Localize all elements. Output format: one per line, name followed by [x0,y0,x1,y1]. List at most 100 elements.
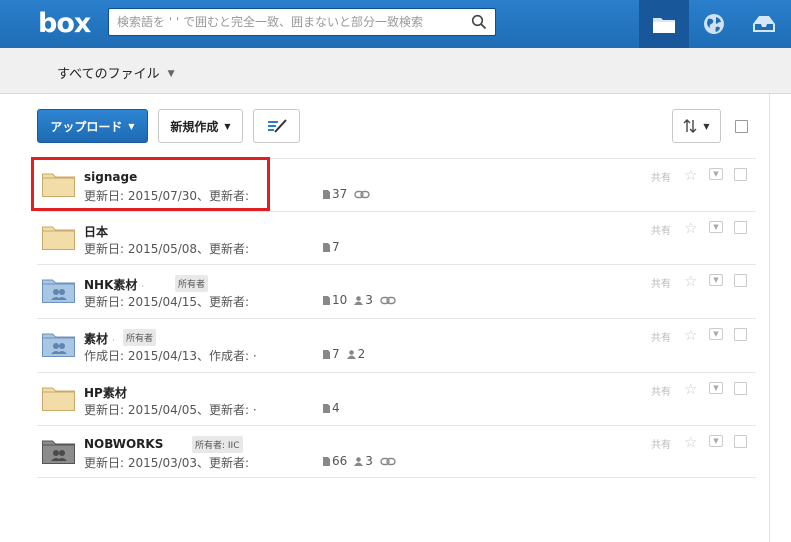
folder-meta: 更新日: 2015/05/08、更新者: [84,242,250,256]
row-checkbox[interactable] [734,382,747,395]
star-icon[interactable]: ☆ [684,380,697,398]
sort-icon [683,119,697,133]
share-link[interactable]: 共有 [651,329,671,344]
row-checkbox[interactable] [734,435,747,448]
nav-files-button[interactable] [639,0,689,48]
row-checkbox[interactable] [734,221,747,234]
breadcrumb[interactable]: すべてのファイル ▼ [57,63,175,82]
folder-name-text: NOBWORKS [84,437,164,451]
new-button[interactable]: 新規作成 ▼ [158,109,243,143]
upload-button-label: アップロード [50,119,123,134]
sub-header: すべてのファイル ▼ [0,48,791,94]
file-count: 10 [332,293,348,307]
folder-counts: 37 [323,187,370,201]
row-checkbox[interactable] [734,328,747,341]
inbox-icon [753,16,775,32]
row-menu-dropdown[interactable]: ▼ [709,168,723,180]
file-icon [323,403,330,413]
folder-name[interactable]: NOBWORKS [84,437,163,451]
file-count: 66 [332,454,348,468]
select-all-checkbox[interactable] [735,120,748,133]
sort-button[interactable]: ▼ [672,109,721,143]
folder-name[interactable]: 素材 · [84,330,119,347]
link-icon[interactable] [380,296,396,305]
folder-name[interactable]: NHK素材 · [84,276,148,293]
file-icon [323,456,330,466]
share-link[interactable]: 共有 [651,169,671,184]
chevron-down-icon: ▼ [713,276,719,284]
share-link[interactable]: 共有 [651,222,671,237]
star-icon[interactable]: ☆ [684,433,697,451]
row-menu-dropdown[interactable]: ▼ [709,274,723,286]
file-icon [323,242,330,252]
chevron-down-icon: ▼ [703,121,710,131]
chevron-down-icon: ▼ [713,384,719,392]
nav-network-button[interactable] [689,0,739,48]
nav-inbox-button[interactable] [739,0,789,48]
folder-icon [42,440,75,464]
search-box[interactable] [108,8,496,36]
folder-counts: 72 [323,347,372,361]
link-icon[interactable] [354,190,370,199]
table-row[interactable]: 日本更新日: 2015/05/08、更新者: 7 共有 ☆ ▼ [37,211,756,264]
star-icon[interactable]: ☆ [684,272,697,290]
user-icon [354,456,364,466]
row-menu-dropdown[interactable]: ▼ [709,221,723,233]
folder-name-text: NHK素材 [84,278,138,292]
collaborator-count: 3 [365,454,373,468]
collaborator-count: 2 [357,347,366,361]
star-icon[interactable]: ☆ [684,166,697,184]
box-logo[interactable]: box [38,8,91,39]
file-icon [323,349,330,359]
folder-counts: 66 3 [323,454,396,468]
table-row[interactable]: NHK素材 · 所有者 更新日: 2015/04/15、更新者: 10 3 共有 ☆ ▼ [37,264,756,317]
folder-name-text: HP素材 [84,386,127,400]
table-row[interactable]: NOBWORKS 所有者: IIC 更新日: 2015/03/03、更新者: 66 3 共… [37,425,756,478]
owner-badge: 所有者 [123,329,157,346]
link-icon[interactable] [380,457,396,466]
owner-badge: 所有者: IIC [192,436,243,453]
star-icon[interactable]: ☆ [684,219,697,237]
row-checkbox[interactable] [734,274,747,287]
folder-counts: 7 [323,240,347,254]
table-row[interactable]: 素材 · 所有者作成日: 2015/04/13、作成者: · 7 2 共有 ☆ ▼ [37,318,756,371]
folder-meta: 更新日: 2015/03/03、更新者: [84,456,250,470]
chevron-down-icon: ▼ [224,121,231,131]
folder-name[interactable]: HP素材 [84,384,127,401]
star-icon[interactable]: ☆ [684,326,697,344]
row-checkbox[interactable] [734,168,747,181]
search-icon[interactable] [471,14,487,30]
chevron-down-icon: ▼ [713,170,719,178]
share-link[interactable]: 共有 [651,383,671,398]
folder-meta: 作成日: 2015/04/13、作成者: · [84,349,257,363]
search-input[interactable] [109,9,459,35]
folder-name[interactable]: 日本 [84,223,108,240]
highlight-box [31,157,270,211]
file-count: 7 [332,240,340,254]
top-header: box [0,0,791,48]
folder-counts: 10 3 [323,293,396,307]
row-menu-dropdown[interactable]: ▼ [709,328,723,340]
row-menu-dropdown[interactable]: ▼ [709,382,723,394]
table-row[interactable]: HP素材 更新日: 2015/04/05、更新者: · 4 共有 ☆ ▼ [37,372,756,425]
folder-icon [42,387,75,411]
new-button-label: 新規作成 [170,119,219,134]
file-count: 37 [332,187,348,201]
chevron-down-icon: ▼ [713,223,719,231]
chevron-down-icon: ▼ [713,330,719,338]
folder-icon [42,333,75,357]
row-menu-dropdown[interactable]: ▼ [709,435,723,447]
folder-icon [42,279,75,303]
file-icon [323,189,330,199]
right-panel-divider [769,94,770,542]
owner-badge: 所有者 [175,275,209,292]
notes-button[interactable] [253,109,300,143]
share-link[interactable]: 共有 [651,275,671,290]
user-icon [354,295,364,305]
file-icon [323,295,330,305]
breadcrumb-label: すべてのファイル [57,67,160,82]
share-link[interactable]: 共有 [651,436,671,451]
note-icon [267,119,287,133]
chevron-down-icon: ▼ [128,121,135,131]
upload-button[interactable]: アップロード ▼ [37,109,148,143]
